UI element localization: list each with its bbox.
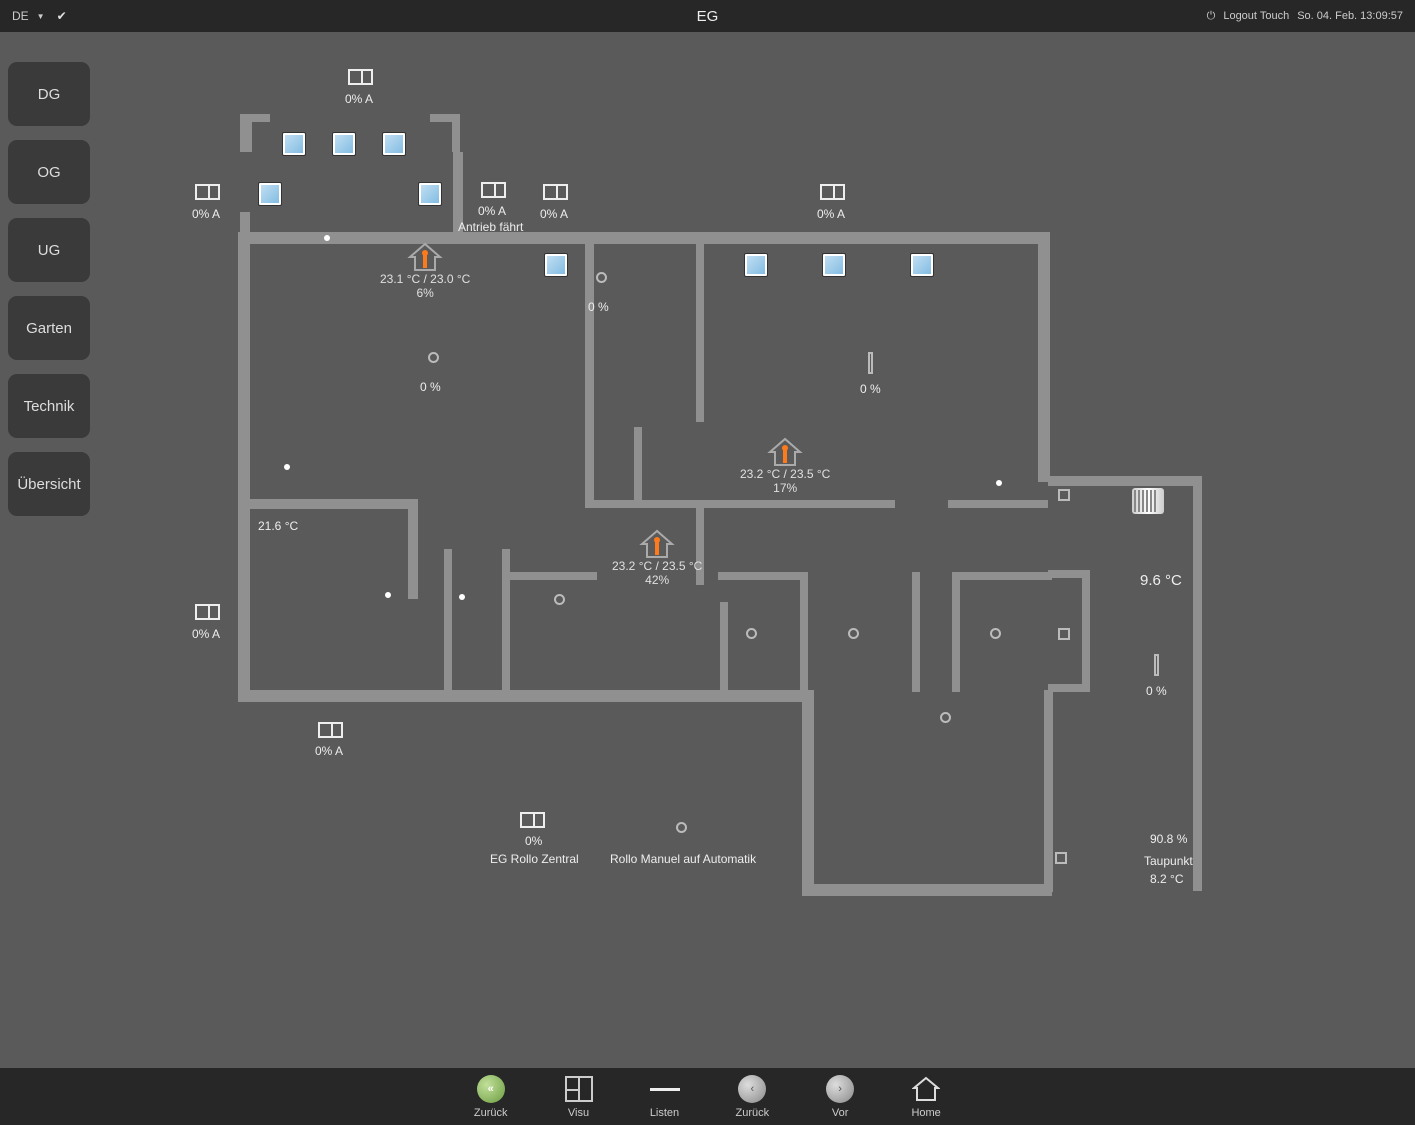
footer-vor-label: Vor bbox=[832, 1107, 849, 1119]
sensor-sq[interactable] bbox=[1058, 489, 1070, 501]
shutter-left2[interactable] bbox=[195, 604, 220, 620]
light-dot[interactable] bbox=[996, 480, 1002, 486]
datetime-label: So. 04. Feb. 13:09:57 bbox=[1297, 10, 1403, 22]
sensor-sq[interactable] bbox=[1058, 628, 1070, 640]
thermostat-1[interactable]: 23.1 °C / 23.0 °C 6% bbox=[380, 242, 470, 300]
thermo1-temps: 23.1 °C / 23.0 °C bbox=[380, 272, 470, 286]
shutter-central-pct: 0% bbox=[525, 834, 542, 848]
shutter-right1-pct: 0% A bbox=[817, 207, 845, 221]
footer-listen-label: Listen bbox=[650, 1107, 679, 1119]
valve-1-pct: 0 % bbox=[588, 300, 609, 314]
outdoor-temp: 9.6 °C bbox=[1140, 572, 1182, 589]
humidity-br: 90.8 % bbox=[1150, 832, 1187, 846]
wall-temp: 21.6 °C bbox=[258, 519, 298, 533]
light-dot[interactable] bbox=[284, 464, 290, 470]
check-icon[interactable]: ✔ bbox=[57, 9, 67, 23]
sensor-bar-1[interactable] bbox=[868, 352, 873, 374]
sensor-bar-2[interactable] bbox=[1154, 654, 1159, 676]
thermo1-hum: 6% bbox=[416, 286, 433, 300]
thermo2-temps: 23.2 °C / 23.5 °C bbox=[740, 467, 830, 481]
window-icon[interactable] bbox=[910, 253, 934, 277]
chevron-right-icon: › bbox=[826, 1075, 854, 1103]
shutter-bl-pct: 0% A bbox=[315, 744, 343, 758]
shutter-left1-pct: 0% A bbox=[192, 207, 220, 221]
light-dot[interactable] bbox=[385, 592, 391, 598]
footer-back2[interactable]: ‹ Zurück bbox=[736, 1074, 770, 1119]
radiator-icon[interactable] bbox=[1132, 488, 1164, 514]
footer-visu-label: Visu bbox=[568, 1107, 589, 1119]
shutter-right1[interactable] bbox=[820, 184, 845, 200]
thermo3-temps: 23.2 °C / 23.5 °C bbox=[612, 559, 702, 573]
thermostat-2[interactable]: 23.2 °C / 23.5 °C 17% bbox=[740, 437, 830, 495]
sensor-bar-2-pct: 0 % bbox=[1146, 684, 1167, 698]
logout-link[interactable]: Logout Touch bbox=[1223, 10, 1289, 22]
thermo2-hum: 17% bbox=[773, 481, 797, 495]
footer-home-label: Home bbox=[911, 1107, 940, 1119]
valve-7[interactable] bbox=[940, 712, 951, 723]
window-icon[interactable] bbox=[744, 253, 768, 277]
dewpoint-value: 8.2 °C bbox=[1150, 872, 1183, 886]
automatic-toggle[interactable] bbox=[676, 822, 687, 833]
header-bar: DE ▼ ✔ EG ⏻ Logout Touch So. 04. Feb. 13… bbox=[0, 0, 1415, 32]
house-icon bbox=[407, 242, 443, 272]
back-double-icon: « bbox=[477, 1075, 505, 1103]
house-icon bbox=[639, 529, 675, 559]
valve-2-pct: 0 % bbox=[420, 380, 441, 394]
footer-visu[interactable]: Visu bbox=[564, 1074, 594, 1119]
shutter-mid1-status: Antrieb fährt bbox=[458, 220, 523, 234]
shutter-top[interactable] bbox=[348, 69, 373, 85]
thermo3-hum: 42% bbox=[645, 573, 669, 587]
footer-back2-label: Zurück bbox=[736, 1107, 770, 1119]
floorplan-canvas: 0% A 0% A 0% A Antrieb fährt 0% A 0% A 0… bbox=[0, 32, 1415, 1068]
floorplan-icon bbox=[564, 1074, 594, 1104]
footer-home[interactable]: Home bbox=[911, 1074, 941, 1119]
shutter-central-label: EG Rollo Zentral bbox=[490, 852, 579, 866]
footer-bar: « Zurück Visu Listen ‹ Zurück › Vor Home bbox=[0, 1068, 1415, 1125]
light-dot[interactable] bbox=[324, 235, 330, 241]
sensor-bar-1-pct: 0 % bbox=[860, 382, 881, 396]
power-icon[interactable]: ⏻ bbox=[1207, 10, 1216, 23]
window-icon[interactable] bbox=[418, 182, 442, 206]
lang-select[interactable]: DE ▼ bbox=[12, 9, 45, 23]
window-icon[interactable] bbox=[382, 132, 406, 156]
window-icon[interactable] bbox=[258, 182, 282, 206]
footer-listen[interactable]: Listen bbox=[650, 1074, 680, 1119]
shutter-left2-pct: 0% A bbox=[192, 627, 220, 641]
house-icon bbox=[767, 437, 803, 467]
auto-label: Rollo Manuel auf Automatik bbox=[610, 852, 756, 866]
lang-label: DE bbox=[12, 9, 29, 23]
window-icon[interactable] bbox=[332, 132, 356, 156]
shutter-bottom-left[interactable] bbox=[318, 722, 343, 738]
valve-5[interactable] bbox=[848, 628, 859, 639]
footer-vor[interactable]: › Vor bbox=[825, 1074, 855, 1119]
dewpoint-label: Taupunkt bbox=[1144, 854, 1193, 868]
shutter-mid2-pct: 0% A bbox=[540, 207, 568, 221]
shutter-central[interactable] bbox=[520, 812, 545, 828]
page-title: EG bbox=[697, 8, 719, 25]
shutter-mid1[interactable] bbox=[481, 182, 506, 198]
shutter-mid2[interactable] bbox=[543, 184, 568, 200]
light-dot[interactable] bbox=[459, 594, 465, 600]
sensor-sq[interactable] bbox=[1055, 852, 1067, 864]
chevron-left-icon: ‹ bbox=[738, 1075, 766, 1103]
footer-back[interactable]: « Zurück bbox=[474, 1074, 508, 1119]
caret-down-icon: ▼ bbox=[37, 12, 45, 21]
valve-3[interactable] bbox=[554, 594, 565, 605]
shutter-mid1-pct: 0% A bbox=[478, 204, 506, 218]
shutter-top-pct: 0% A bbox=[345, 92, 373, 106]
window-icon[interactable] bbox=[822, 253, 846, 277]
window-icon[interactable] bbox=[282, 132, 306, 156]
valve-4[interactable] bbox=[746, 628, 757, 639]
thermostat-3[interactable]: 23.2 °C / 23.5 °C 42% bbox=[612, 529, 702, 587]
footer-back-label: Zurück bbox=[474, 1107, 508, 1119]
home-icon bbox=[911, 1074, 941, 1104]
list-icon bbox=[650, 1074, 680, 1104]
window-icon[interactable] bbox=[544, 253, 568, 277]
valve-2[interactable] bbox=[428, 352, 439, 363]
valve-1[interactable] bbox=[596, 272, 607, 283]
valve-6[interactable] bbox=[990, 628, 1001, 639]
shutter-left1[interactable] bbox=[195, 184, 220, 200]
